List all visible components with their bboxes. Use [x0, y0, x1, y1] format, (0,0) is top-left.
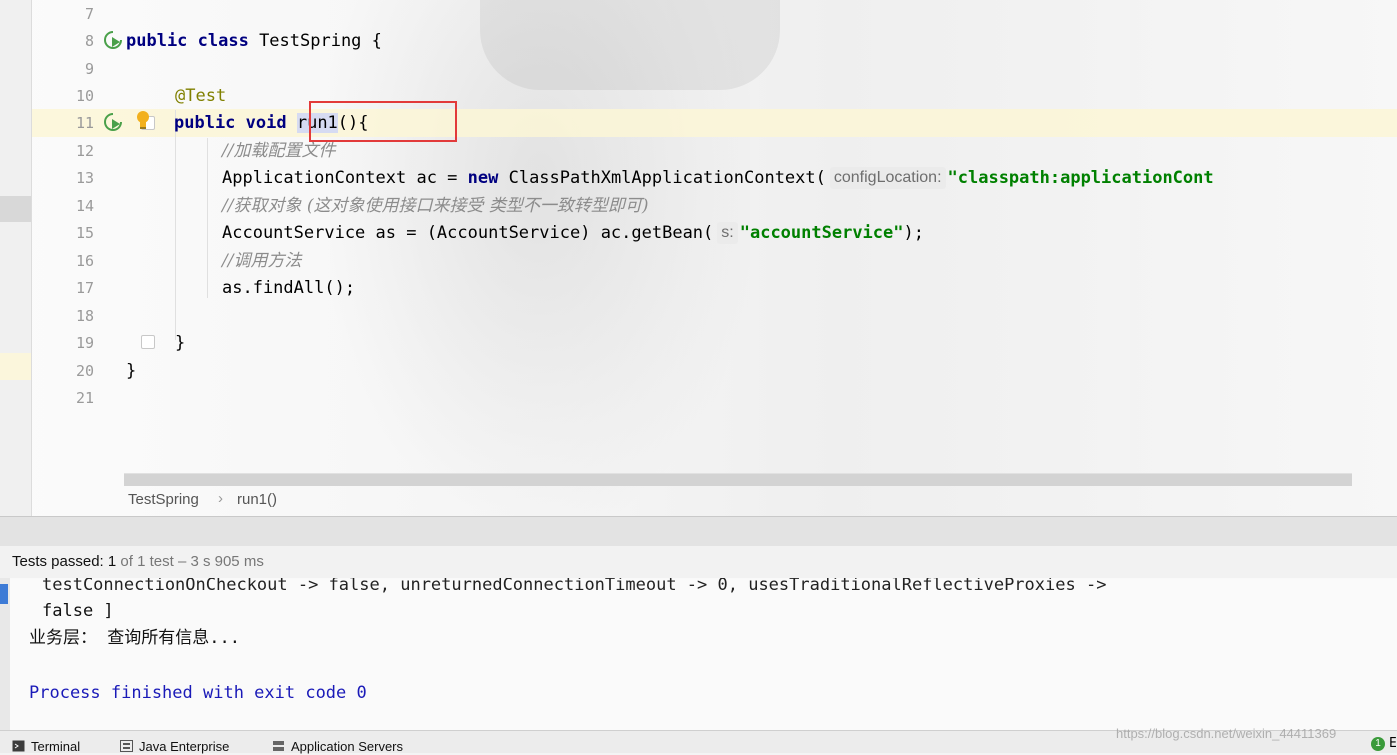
code-editor[interactable]: 7 8 9 10 11 12 13 14 15 16 17 18 19 20 2… — [0, 0, 1397, 516]
application-servers-icon — [273, 741, 284, 751]
code-line-10: @Test — [175, 82, 226, 110]
parameter-hint: s: — [717, 222, 738, 244]
code-line-14: //获取对象 (这对象使用接口来接受 类型不一致转型即可) — [222, 192, 649, 220]
code-line-15: AccountService as = (AccountService) ac.… — [222, 222, 924, 244]
code-area[interactable]: public class TestSpring { @Test public v… — [0, 0, 1397, 516]
console-side-panel — [0, 578, 10, 730]
console-output[interactable]: testConnectionOnCheckout -> false, unret… — [0, 578, 1397, 730]
event-log-badge[interactable]: 1 — [1371, 737, 1385, 751]
comment: //调用方法 — [222, 251, 302, 271]
application-servers-tab[interactable]: Application Servers — [272, 739, 403, 755]
code-line-8: public class TestSpring { — [126, 31, 382, 51]
tool-window-splitter[interactable] — [0, 516, 1397, 547]
code-line-16: //调用方法 — [222, 247, 301, 275]
breadcrumb-method[interactable]: run1() — [237, 491, 277, 508]
console-exit-line: Process finished with exit code 0 — [29, 683, 367, 703]
test-annotation: @Test — [175, 86, 227, 106]
java-enterprise-tab[interactable]: Java Enterprise — [120, 739, 229, 755]
terminal-icon — [12, 740, 25, 752]
code-line-13: ApplicationContext ac = new ClassPathXml… — [222, 167, 1214, 189]
breadcrumb-class[interactable]: TestSpring — [128, 491, 199, 508]
highlight-box — [309, 101, 457, 142]
tests-detail: of 1 test – 3 s 905 ms — [120, 553, 264, 570]
console-line: testConnectionOnCheckout -> false, unret… — [42, 578, 1107, 595]
tests-status: Tests passed: 1 of 1 test – 3 s 905 ms — [12, 553, 264, 570]
code-line-19: } — [175, 333, 186, 353]
terminal-tab[interactable]: Terminal — [12, 739, 80, 755]
comment: //获取对象 (这对象使用接口来接受 类型不一致转型即可) — [222, 196, 649, 216]
console-line: 业务层： 查询所有信息... — [29, 628, 240, 648]
code-line-17: as.findAll(); — [222, 278, 356, 298]
comment: //加载配置文件 — [222, 141, 336, 161]
console-line: false ] — [42, 601, 114, 621]
event-log-label[interactable]: E — [1389, 736, 1397, 751]
code-line-20: } — [126, 361, 137, 381]
parameter-hint: configLocation: — [829, 167, 946, 189]
watermark: https://blog.csdn.net/weixin_44411369 — [1116, 726, 1337, 741]
chevron-right-icon: › — [218, 490, 223, 507]
console-side-tab[interactable] — [0, 584, 8, 604]
test-results-bar: Tests passed: 1 of 1 test – 3 s 905 ms — [0, 546, 1397, 579]
java-enterprise-icon — [120, 740, 133, 752]
breadcrumb: TestSpring › run1() — [0, 485, 1397, 516]
